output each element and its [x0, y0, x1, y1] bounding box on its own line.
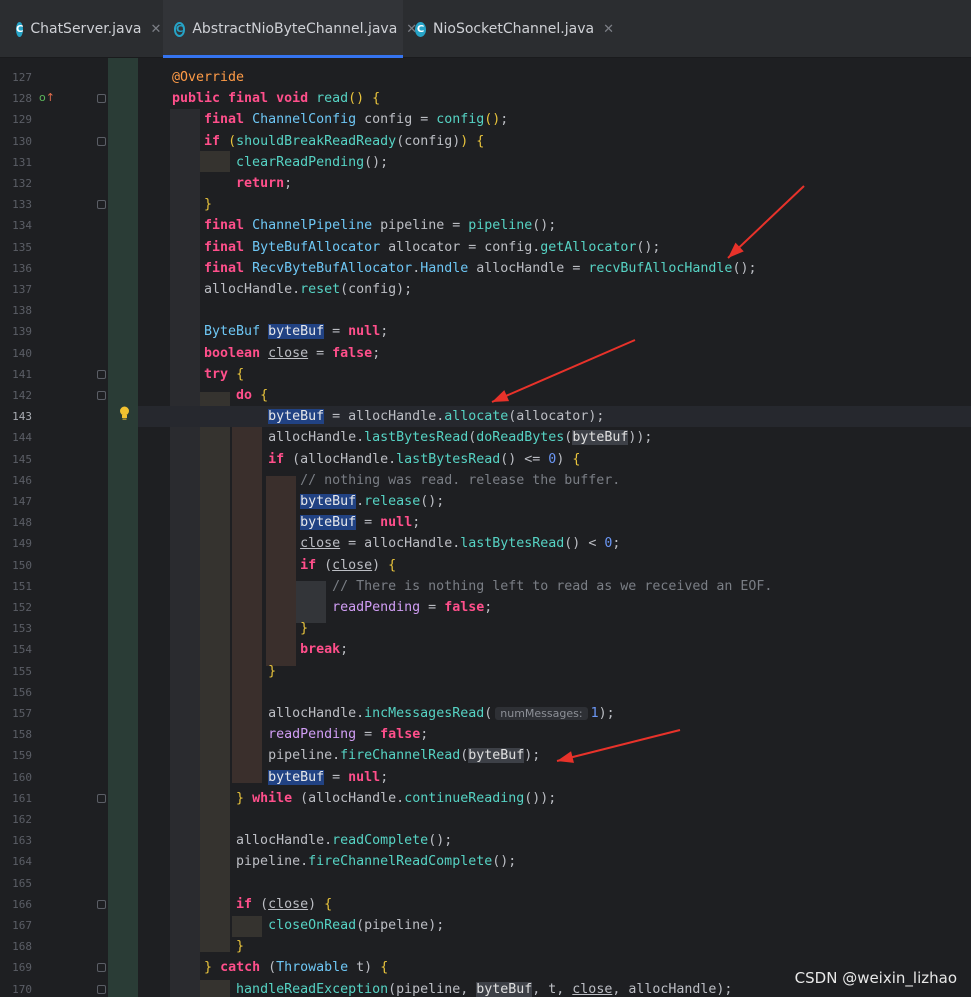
lightbulb-icon[interactable]: [119, 405, 130, 420]
tab-chatserver[interactable]: C ChatServer.java ✕: [0, 0, 161, 58]
tab-label: NioSocketChannel.java: [433, 21, 595, 37]
arrow-to-recvbufallochandle: [727, 185, 805, 259]
code-editor[interactable]: 127 @Override 128 public final void read() …: [0, 58, 971, 997]
tab-niosocketchannel[interactable]: C NioSocketChannel.java ✕: [404, 0, 614, 58]
fold-marker-icon[interactable]: [97, 899, 106, 909]
tab-label: AbstractNioByteChannel.java: [192, 21, 398, 37]
watermark: CSDN @weixin_lizhao: [794, 969, 957, 987]
tab-label: ChatServer.java: [30, 21, 142, 37]
fold-marker-icon[interactable]: [97, 963, 106, 973]
fold-marker-icon[interactable]: [97, 369, 106, 379]
fold-marker-icon[interactable]: [97, 200, 106, 210]
fold-marker-icon[interactable]: [97, 136, 106, 146]
close-icon[interactable]: ✕: [603, 22, 614, 37]
annotation-arrows: [491, 185, 805, 763]
editor-tab-bar: C ChatServer.java ✕ C AbstractNioByteCha…: [0, 0, 971, 58]
fold-marker-icon[interactable]: [97, 984, 106, 994]
fold-marker-icon[interactable]: [97, 391, 106, 400]
arrow-to-allocate: [491, 339, 636, 403]
arrow-to-firechannelread: [556, 729, 681, 763]
override-gutter-icon[interactable]: o↑: [39, 91, 55, 104]
class-icon: C: [16, 21, 24, 37]
class-icon: C: [415, 21, 427, 37]
tab-abstractniobytechannel[interactable]: C AbstractNioByteChannel.java ✕: [163, 0, 417, 58]
fold-marker-icon[interactable]: [97, 94, 106, 104]
fold-marker-icon[interactable]: [97, 793, 106, 803]
close-icon[interactable]: ✕: [150, 22, 161, 37]
abstract-class-icon: C: [174, 21, 186, 37]
